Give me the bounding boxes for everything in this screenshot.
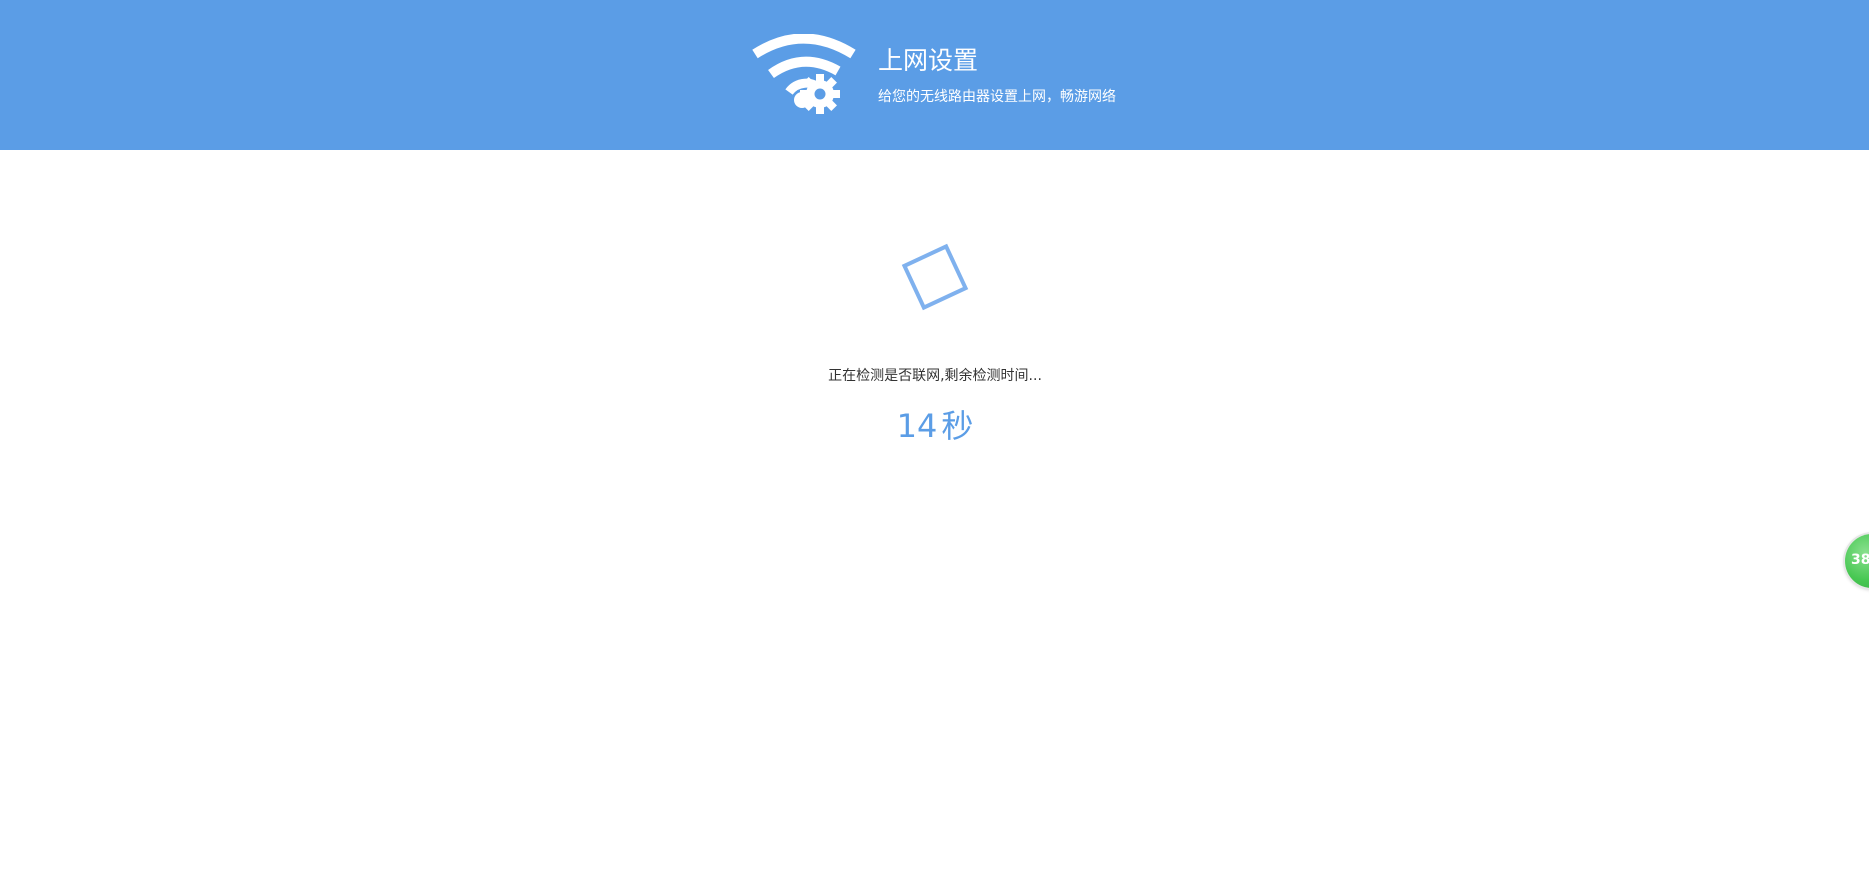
rotating-square-loader-icon bbox=[901, 243, 969, 311]
countdown-value: 14 bbox=[896, 407, 938, 445]
floating-assistant-badge[interactable]: 38 bbox=[1845, 534, 1869, 588]
countdown-timer: 14 秒 bbox=[735, 404, 1135, 448]
floating-badge-count: 38 bbox=[1851, 552, 1869, 568]
page-subtitle: 给您的无线路由器设置上网，畅游网络 bbox=[878, 89, 1116, 105]
page-header: 上网设置 给您的无线路由器设置上网，畅游网络 bbox=[0, 0, 1869, 150]
connection-check-status: 正在检测是否联网,剩余检测时间... bbox=[828, 368, 1042, 384]
page-title: 上网设置 bbox=[878, 46, 979, 75]
wifi-gear-icon bbox=[752, 34, 856, 114]
router-setup-page: 上网设置 给您的无线路由器设置上网，畅游网络 正在检测是否联网,剩余检测时间..… bbox=[0, 0, 1869, 885]
countdown-unit: 秒 bbox=[941, 407, 974, 445]
